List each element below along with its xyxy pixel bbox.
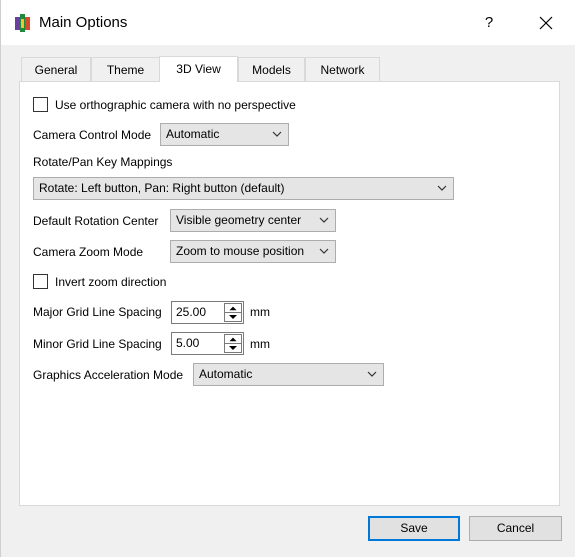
tab-network[interactable]: Network [305,57,380,81]
spin-up-icon[interactable] [225,304,241,313]
major-grid-spinbox[interactable]: 25.00 [171,301,244,324]
rotation-center-value: Visible geometry center [176,213,302,227]
window-title: Main Options [39,14,128,31]
major-grid-value: 25.00 [176,305,207,319]
minor-grid-spinbox[interactable]: 5.00 [171,332,244,355]
save-button[interactable]: Save [368,516,460,541]
minor-grid-label: Minor Grid Line Spacing [33,337,162,351]
key-mappings-select[interactable]: Rotate: Left button, Pan: Right button (… [33,177,454,200]
spin-down-icon[interactable] [225,313,241,322]
ortho-camera-checkbox[interactable] [33,97,48,112]
graphics-accel-label: Graphics Acceleration Mode [33,368,184,382]
rotation-center-select[interactable]: Visible geometry center [170,209,336,232]
chevron-down-icon [319,248,329,254]
chevron-down-icon [367,371,377,377]
tab-general[interactable]: General [21,57,91,81]
chevron-down-icon [437,185,447,191]
chevron-down-icon [319,217,329,223]
key-mappings-label: Rotate/Pan Key Mappings [33,155,173,169]
camera-control-mode-select[interactable]: Automatic [160,123,289,146]
tab-theme[interactable]: Theme [91,57,160,81]
key-mappings-value: Rotate: Left button, Pan: Right button (… [39,181,285,195]
title-bar: Main Options ? [1,0,575,45]
zoom-mode-label: Camera Zoom Mode [33,245,144,259]
major-grid-unit: mm [250,305,270,319]
chevron-down-icon [272,131,282,137]
minor-grid-unit: mm [250,337,270,351]
invert-zoom-checkbox[interactable] [33,274,48,289]
graphics-accel-select[interactable]: Automatic [193,363,384,386]
cancel-button[interactable]: Cancel [469,516,562,541]
tab-3d-view[interactable]: 3D View [159,56,238,82]
camera-control-mode-label: Camera Control Mode [33,128,152,142]
zoom-mode-value: Zoom to mouse position [176,244,305,258]
rotation-center-label: Default Rotation Center [33,214,159,228]
close-icon [539,16,553,30]
invert-zoom-label: Invert zoom direction [55,275,167,289]
ortho-camera-label: Use orthographic camera with no perspect… [55,98,296,112]
tab-panel-3d-view: Use orthographic camera with no perspect… [19,81,560,506]
main-options-dialog: Main Options ? General Theme 3D View Mod… [0,0,575,557]
close-button[interactable] [528,6,564,40]
camera-control-mode-value: Automatic [166,127,220,141]
help-button[interactable]: ? [471,6,507,40]
spin-down-icon[interactable] [225,344,241,353]
tab-models[interactable]: Models [238,57,305,81]
minor-grid-spin-buttons [224,334,242,353]
major-grid-label: Major Grid Line Spacing [33,305,162,319]
app-logo-icon [15,14,30,32]
zoom-mode-select[interactable]: Zoom to mouse position [170,240,336,263]
minor-grid-value: 5.00 [176,336,200,350]
spin-up-icon[interactable] [225,335,241,344]
major-grid-spin-buttons [224,303,242,322]
graphics-accel-value: Automatic [199,367,253,381]
